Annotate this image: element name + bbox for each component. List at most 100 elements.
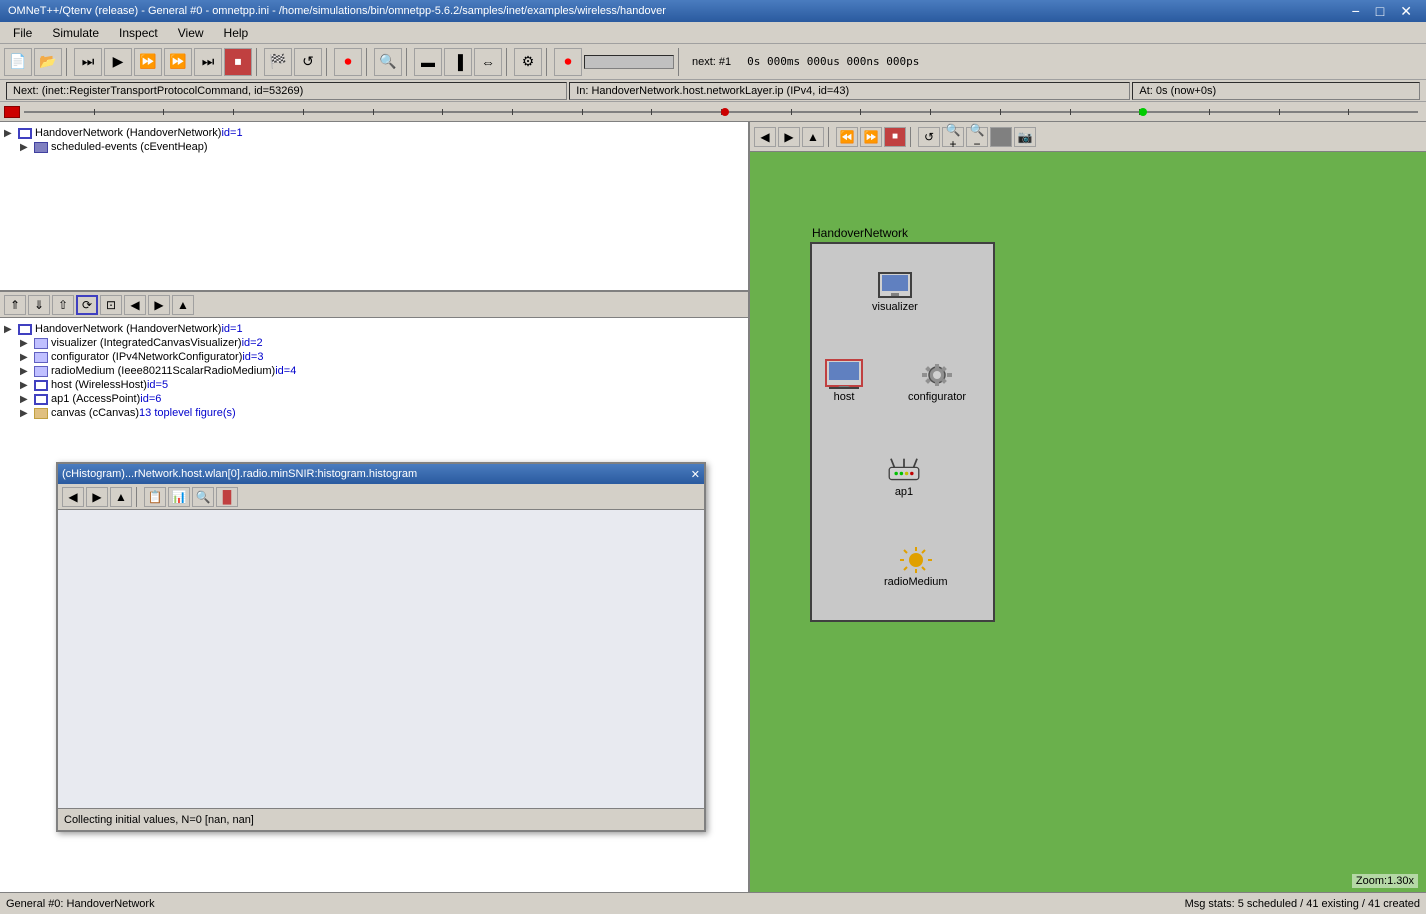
step-button[interactable]: ⏭ bbox=[74, 48, 102, 76]
new-button[interactable]: 📄 bbox=[4, 48, 32, 76]
hist-sep1 bbox=[136, 487, 140, 507]
insp-link-5[interactable]: id=6 bbox=[140, 393, 161, 405]
until-button[interactable]: ⏭ bbox=[194, 48, 222, 76]
canvas-sep2 bbox=[910, 127, 914, 147]
insp-item-5[interactable]: ▶ ap1 (AccessPoint) id=6 bbox=[4, 392, 744, 406]
sep7 bbox=[546, 48, 550, 76]
inspect-nav-up[interactable]: ▲ bbox=[172, 295, 194, 315]
insp-link-3[interactable]: id=4 bbox=[275, 365, 296, 377]
node-ap1-label: ap1 bbox=[895, 486, 913, 498]
canvas-stop-btn[interactable]: ■ bbox=[884, 127, 906, 147]
maximize-button[interactable]: □ bbox=[1370, 3, 1390, 20]
node-ap1[interactable]: ap1 bbox=[884, 454, 924, 498]
menu-view[interactable]: View bbox=[169, 23, 213, 43]
time-display: 0s 000ms 000us 000ns 000ps bbox=[743, 55, 923, 68]
inspect-btn5[interactable]: ⊡ bbox=[100, 295, 122, 315]
canvas-zoom-in[interactable]: 🔍+ bbox=[942, 127, 964, 147]
node-visualizer[interactable]: visualizer bbox=[872, 269, 918, 313]
canvas-zoom-out[interactable]: 🔍− bbox=[966, 127, 988, 147]
inspect-btn3[interactable]: ⇧ bbox=[52, 295, 74, 315]
stop-button[interactable]: ⏹ bbox=[224, 48, 252, 76]
hist-nav-up[interactable]: ▲ bbox=[110, 487, 132, 507]
timeline-start-marker bbox=[4, 106, 20, 118]
node-radiomedium[interactable]: radioMedium bbox=[884, 544, 948, 588]
insp-text-0: HandoverNetwork (HandoverNetwork) bbox=[35, 323, 221, 335]
layout2-button[interactable]: ▐ bbox=[444, 48, 472, 76]
histogram-window: (cHistogram)...rNetwork.host.wlan[0].rad… bbox=[56, 462, 706, 832]
canvas-area[interactable]: HandoverNetwork visualizer bbox=[750, 152, 1426, 892]
at-info: At: 0s (now+0s) bbox=[1132, 82, 1420, 100]
record2-button[interactable]: ⏺ bbox=[554, 48, 582, 76]
record-button[interactable]: ⏺ bbox=[334, 48, 362, 76]
timeline-marker-green bbox=[1139, 108, 1147, 116]
tree-item-handover[interactable]: ▶ HandoverNetwork (HandoverNetwork) id=1 bbox=[4, 126, 744, 140]
canvas-refresh[interactable]: ↺ bbox=[918, 127, 940, 147]
node-host-label: host bbox=[834, 391, 855, 403]
canvas-nav-up[interactable]: ▲ bbox=[802, 127, 824, 147]
inspect-nav-fwd[interactable]: ▶ bbox=[148, 295, 170, 315]
canvas-nav-fwd[interactable]: ▶ bbox=[778, 127, 800, 147]
minimize-button[interactable]: − bbox=[1346, 3, 1366, 20]
object-tree[interactable]: ▶ HandoverNetwork (HandoverNetwork) id=1… bbox=[0, 122, 748, 292]
titlebar: OMNeT++/Qtenv (release) - General #0 - o… bbox=[0, 0, 1426, 22]
hist-nav-back[interactable]: ◀ bbox=[62, 487, 84, 507]
hist-search[interactable]: 🔍 bbox=[192, 487, 214, 507]
insp-item-3[interactable]: ▶ radioMedium (Ieee80211ScalarRadioMediu… bbox=[4, 364, 744, 378]
menu-help[interactable]: Help bbox=[215, 23, 258, 43]
insp-item-6[interactable]: ▶ canvas (cCanvas) 13 toplevel figure(s) bbox=[4, 406, 744, 420]
insp-link-2[interactable]: id=3 bbox=[242, 351, 263, 363]
layout1-button[interactable]: ▬ bbox=[414, 48, 442, 76]
tree-label-events: scheduled-events (cEventHeap) bbox=[51, 141, 208, 153]
hist-copy[interactable]: 📋 bbox=[144, 487, 166, 507]
inspect-nav-back[interactable]: ◀ bbox=[124, 295, 146, 315]
module-icon bbox=[18, 128, 32, 139]
insp-link-1[interactable]: id=2 bbox=[242, 337, 263, 349]
insp-link-0[interactable]: id=1 bbox=[221, 323, 242, 335]
titlebar-title: OMNeT++/Qtenv (release) - General #0 - o… bbox=[8, 5, 666, 17]
tree-item-events[interactable]: ▶ scheduled-events (cEventHeap) bbox=[4, 140, 744, 154]
insp-item-2[interactable]: ▶ configurator (IPv4NetworkConfigurator)… bbox=[4, 350, 744, 364]
mod-icon-1 bbox=[34, 338, 48, 349]
hist-titlebar: (cHistogram)...rNetwork.host.wlan[0].rad… bbox=[58, 464, 704, 484]
insp-link-4[interactable]: id=5 bbox=[147, 379, 168, 391]
inspect-btn1[interactable]: ⇑ bbox=[4, 295, 26, 315]
menu-file[interactable]: File bbox=[4, 23, 41, 43]
insp-link-6[interactable]: 13 toplevel figure(s) bbox=[139, 407, 236, 419]
close-button[interactable]: ✕ bbox=[1394, 3, 1418, 20]
fast-run-button[interactable]: ⏩ bbox=[134, 48, 162, 76]
search-button[interactable]: 🔍 bbox=[374, 48, 402, 76]
canvas-screenshot[interactable]: 📷 bbox=[1014, 127, 1036, 147]
hist-nav-fwd[interactable]: ▶ bbox=[86, 487, 108, 507]
zoom-label: Zoom:1.30x bbox=[1352, 874, 1418, 888]
inspect-btn4[interactable]: ⟳ bbox=[76, 295, 98, 315]
sep2 bbox=[256, 48, 260, 76]
menu-inspect[interactable]: Inspect bbox=[110, 23, 167, 43]
tree-id-link[interactable]: id=1 bbox=[221, 127, 242, 139]
run-button[interactable]: ▶ bbox=[104, 48, 132, 76]
arrow-1: ▶ bbox=[20, 338, 34, 349]
menu-simulate[interactable]: Simulate bbox=[43, 23, 108, 43]
hist-chart[interactable]: 📊 bbox=[168, 487, 190, 507]
settings-button[interactable]: ⚙ bbox=[514, 48, 542, 76]
inspect-btn2[interactable]: ⇓ bbox=[28, 295, 50, 315]
node-host[interactable]: host bbox=[824, 359, 864, 403]
insp-item-0[interactable]: ▶ HandoverNetwork (HandoverNetwork) id=1 bbox=[4, 322, 744, 336]
next-info: Next: (inet::RegisterTransportProtocolCo… bbox=[6, 82, 567, 100]
canvas-nav-back[interactable]: ◀ bbox=[754, 127, 776, 147]
canvas-anim1[interactable]: ⏪ bbox=[836, 127, 858, 147]
layout3-button[interactable]: ⇔ bbox=[474, 48, 502, 76]
insp-item-1[interactable]: ▶ visualizer (IntegratedCanvasVisualizer… bbox=[4, 336, 744, 350]
express-button[interactable]: ⏩ bbox=[164, 48, 192, 76]
node-configurator[interactable]: configurator bbox=[908, 359, 966, 403]
arrow-0: ▶ bbox=[4, 324, 18, 335]
sep1 bbox=[66, 48, 70, 76]
statusbar: General #0: HandoverNetwork Msg stats: 5… bbox=[0, 892, 1426, 914]
reload-button[interactable]: ↺ bbox=[294, 48, 322, 76]
canvas-anim2[interactable]: ⏩ bbox=[860, 127, 882, 147]
canvas-color[interactable] bbox=[990, 127, 1012, 147]
flag-button[interactable]: 🏁 bbox=[264, 48, 292, 76]
hist-close-btn[interactable]: ✕ bbox=[691, 468, 700, 481]
open-button[interactable]: 📂 bbox=[34, 48, 62, 76]
insp-item-4[interactable]: ▶ host (WirelessHost) id=5 bbox=[4, 378, 744, 392]
hist-bar-chart[interactable]: ▐▌ bbox=[216, 487, 238, 507]
